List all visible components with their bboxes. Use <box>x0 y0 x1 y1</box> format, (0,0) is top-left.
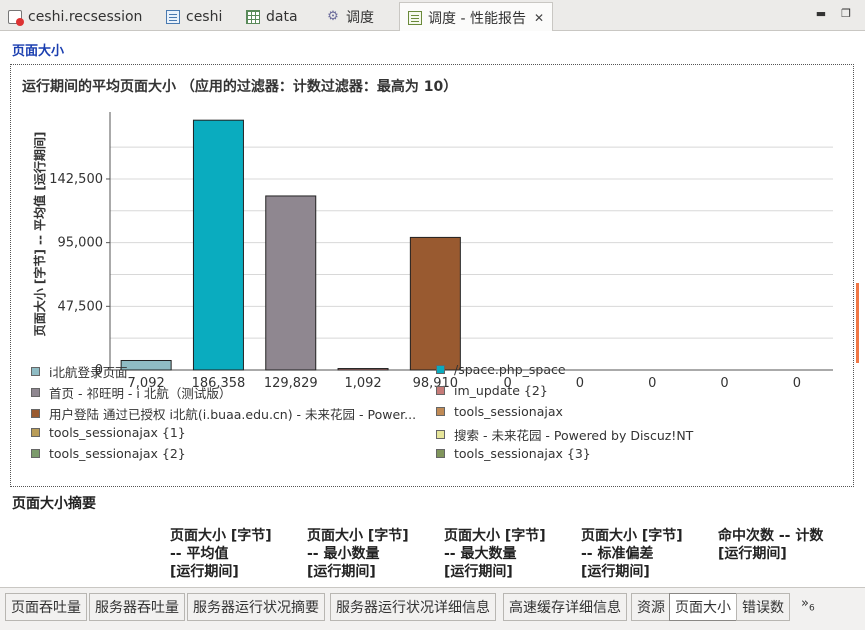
x-tick-label: 1,092 <box>344 376 381 391</box>
legend-item: /space.php_space <box>436 362 566 377</box>
summary-column-header: 页面大小 [字节] -- 平均值 [运行期间] <box>170 528 272 580</box>
close-tab-icon[interactable]: ✕ <box>534 11 544 25</box>
table-icon <box>246 9 260 24</box>
tab-label: ceshi <box>186 8 223 25</box>
more-tabs-symbol: » <box>801 596 809 611</box>
summary-column-header: 命中次数 -- 计数 [运行期间] <box>718 528 824 562</box>
legend-swatch <box>31 428 40 437</box>
tab-label: 调度 <box>346 9 374 26</box>
more-tabs-count: 6 <box>808 603 815 614</box>
tab-server-health-summary[interactable]: 服务器运行状况摘要 <box>187 593 325 621</box>
legend-swatch <box>436 386 445 395</box>
legend-item: 首页 - 祁旺明 - i 北航（测试版） <box>31 383 231 402</box>
maximize-icon[interactable]: ❐ <box>840 8 852 20</box>
x-tick-label: 0 <box>793 376 801 391</box>
legend-swatch <box>31 409 40 418</box>
legend-label: 搜索 - 未来花园 - Powered by Discuz!NT <box>454 428 694 443</box>
legend-swatch <box>31 367 40 376</box>
tab-schedule[interactable]: ⚙ 调度 <box>318 2 382 31</box>
tab-ceshi-recsession[interactable]: ceshi.recsession <box>0 2 150 31</box>
tab-label: data <box>266 8 298 25</box>
y-axis-title: 页面大小 [字节] -- 平均值 [运行期间] <box>32 132 47 337</box>
legend-item: 搜索 - 未来花园 - Powered by Discuz!NT <box>436 425 693 444</box>
bar <box>265 195 317 371</box>
legend-item: tools_sessionajax {2} <box>31 446 186 461</box>
legend-swatch <box>31 449 40 458</box>
tab-page-throughput[interactable]: 页面吞吐量 <box>5 593 87 621</box>
editor-tab-bar: ceshi.recsession ceshi data ⚙ 调度 调度 - 性能… <box>0 0 865 32</box>
tab-errors[interactable]: 错误数 <box>736 593 790 621</box>
more-tabs-button[interactable]: »6 <box>801 596 815 614</box>
schedule-icon: ⚙ <box>327 8 339 24</box>
summary-title: 页面大小摘要 <box>12 496 96 512</box>
report-page-tabs: 页面吞吐量 服务器吞吐量 服务器运行状况摘要 服务器运行状况详细信息 高速缓存详… <box>0 587 865 630</box>
x-tick-label: 0 <box>648 376 656 391</box>
bar <box>120 359 172 371</box>
x-tick-label: 129,829 <box>264 376 318 391</box>
report-content: 页面大小 运行期间的平均页面大小 （应用的过滤器：计数过滤器：最高为 10） 0… <box>0 31 865 587</box>
summary-column-header: 页面大小 [字节] -- 最大数量 [运行期间] <box>444 528 546 580</box>
y-tick-label: 47,500 <box>58 299 104 314</box>
section-title: 页面大小 <box>12 44 65 59</box>
x-tick-label: 0 <box>720 376 728 391</box>
legend-item: tools_sessionajax {1} <box>31 425 186 440</box>
legend-label: i北航登录页面 <box>49 365 128 380</box>
legend-item: tools_sessionajax {3} <box>436 446 591 461</box>
tab-server-throughput[interactable]: 服务器吞吐量 <box>89 593 185 621</box>
tab-page-size[interactable]: 页面大小 <box>669 593 737 621</box>
legend-swatch <box>436 365 445 374</box>
tab-server-health-details[interactable]: 服务器运行状况详细信息 <box>330 593 496 621</box>
legend-label: 首页 - 祁旺明 - i 北航（测试版） <box>49 386 232 401</box>
bar <box>409 236 461 371</box>
legend-swatch <box>436 430 445 439</box>
legend-label: im_update {2} <box>454 383 548 398</box>
legend-label: tools_sessionajax {2} <box>49 446 186 461</box>
report-icon <box>408 10 422 25</box>
bar <box>337 368 389 371</box>
legend-label: tools_sessionajax <box>454 404 563 419</box>
tab-ceshi[interactable]: ceshi <box>158 2 230 31</box>
tab-resources[interactable]: 资源 <box>631 593 671 621</box>
legend-item: i北航登录页面 <box>31 362 127 381</box>
session-file-icon <box>8 9 24 26</box>
tab-label: 调度 - 性能报告 <box>428 10 526 27</box>
legend-label: tools_sessionajax {1} <box>49 425 186 440</box>
legend-swatch <box>436 449 445 458</box>
summary-column-header: 页面大小 [字节] -- 最小数量 [运行期间] <box>307 528 409 580</box>
legend-label: /space.php_space <box>454 362 566 377</box>
minimize-icon[interactable]: ▬ <box>815 8 827 20</box>
scrollbar-thumb[interactable] <box>856 283 859 363</box>
tab-cache-details[interactable]: 高速缓存详细信息 <box>503 593 627 621</box>
y-tick-label: 95,000 <box>58 236 104 251</box>
tab-data[interactable]: data <box>238 2 306 31</box>
bar <box>192 119 244 371</box>
legend-item: 用户登陆 通过已授权 i北航(i.buaa.edu.cn) - 未来花园 - P… <box>31 404 416 423</box>
legend-label: 用户登陆 通过已授权 i北航(i.buaa.edu.cn) - 未来花园 - P… <box>49 407 417 422</box>
legend-swatch <box>31 388 40 397</box>
chart-panel: 运行期间的平均页面大小 （应用的过滤器：计数过滤器：最高为 10） 0 47,50… <box>10 64 854 487</box>
legend-item: tools_sessionajax <box>436 404 563 419</box>
legend-item: im_update {2} <box>436 383 548 398</box>
tab-label: ceshi.recsession <box>28 8 143 25</box>
y-tick-label: 142,500 <box>49 172 103 187</box>
performance-report-window: ceshi.recsession ceshi data ⚙ 调度 调度 - 性能… <box>0 0 865 630</box>
legend-label: tools_sessionajax {3} <box>454 446 591 461</box>
tab-performance-report[interactable]: 调度 - 性能报告 ✕ <box>399 2 554 32</box>
legend-swatch <box>436 407 445 416</box>
summary-column-header: 页面大小 [字节] -- 标准偏差 [运行期间] <box>581 528 683 580</box>
script-icon <box>166 9 180 24</box>
x-tick-label: 0 <box>576 376 584 391</box>
